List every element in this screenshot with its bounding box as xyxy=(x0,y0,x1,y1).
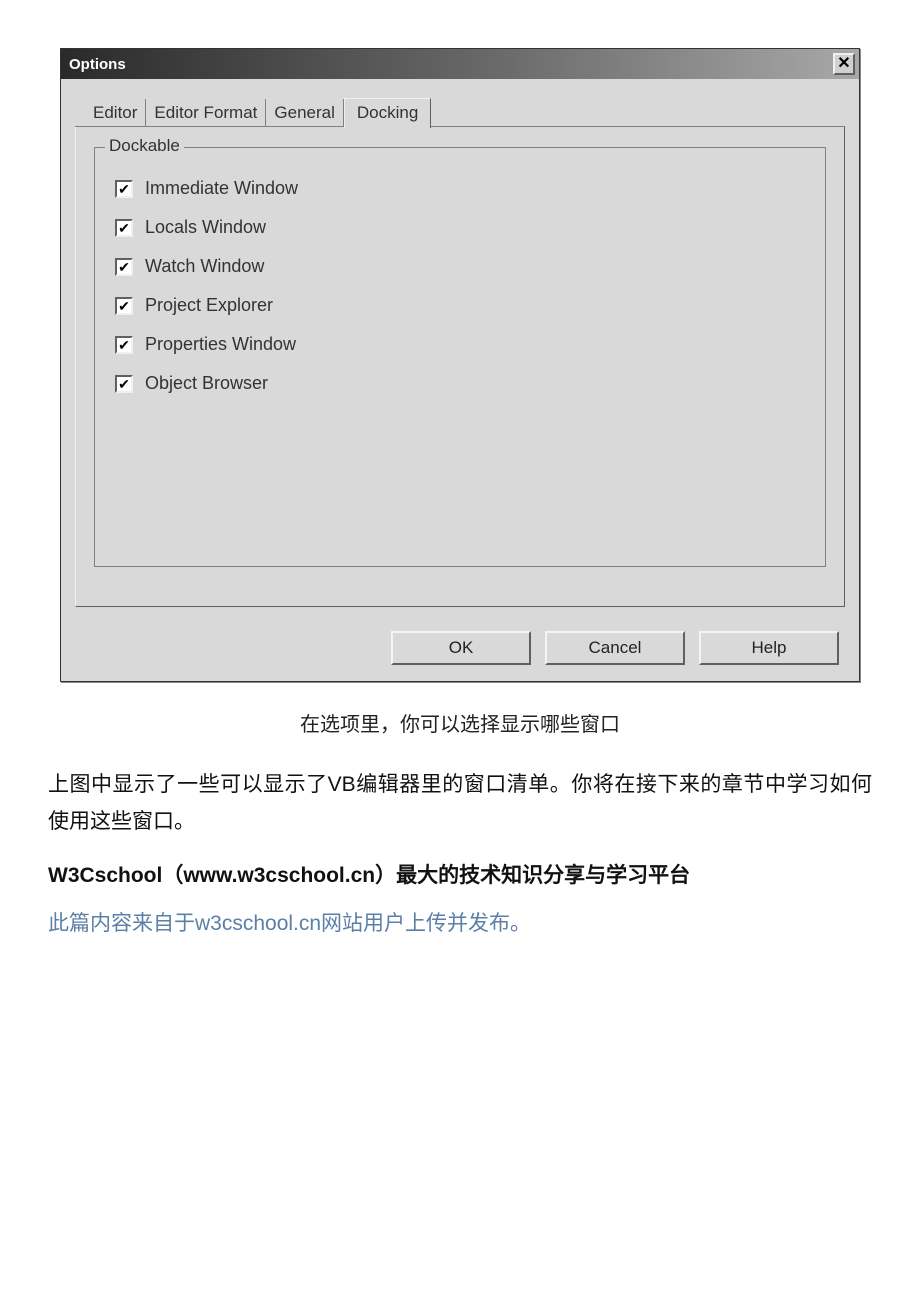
checkbox-label: Locals Window xyxy=(145,217,266,238)
close-button[interactable]: ✕ xyxy=(833,53,855,75)
dialog-body: Editor Editor Format General Docking Doc… xyxy=(61,79,859,681)
checkbox-label: Properties Window xyxy=(145,334,296,355)
checkbox-row-locals-window[interactable]: ✔ Locals Window xyxy=(115,217,809,238)
tab-editor[interactable]: Editor xyxy=(85,99,146,127)
options-dialog: Options ✕ Editor Editor Format General D… xyxy=(60,48,860,682)
close-icon: ✕ xyxy=(837,56,850,72)
tabstrip: Editor Editor Format General Docking xyxy=(75,97,845,127)
checkbox-label: Project Explorer xyxy=(145,295,273,316)
checkbox-icon[interactable]: ✔ xyxy=(115,297,133,315)
help-button[interactable]: Help xyxy=(699,631,839,665)
tab-panel-docking: Dockable ✔ Immediate Window ✔ Locals Win… xyxy=(75,127,845,607)
checkbox-row-properties-window[interactable]: ✔ Properties Window xyxy=(115,334,809,355)
checkbox-icon[interactable]: ✔ xyxy=(115,180,133,198)
cancel-button[interactable]: Cancel xyxy=(545,631,685,665)
tab-docking[interactable]: Docking xyxy=(344,98,431,128)
tab-general[interactable]: General xyxy=(266,99,343,127)
checkbox-row-project-explorer[interactable]: ✔ Project Explorer xyxy=(115,295,809,316)
attribution-link: 此篇内容来自于w3cschool.cn网站用户上传并发布。 xyxy=(48,907,872,937)
dialog-title: Options xyxy=(69,56,126,73)
titlebar: Options ✕ xyxy=(61,49,859,79)
checkbox-row-watch-window[interactable]: ✔ Watch Window xyxy=(115,256,809,277)
checkbox-icon[interactable]: ✔ xyxy=(115,219,133,237)
checkbox-icon[interactable]: ✔ xyxy=(115,336,133,354)
checkbox-label: Immediate Window xyxy=(145,178,298,199)
attribution-bold: W3Cschool（www.w3cschool.cn）最大的技术知识分享与学习平… xyxy=(48,859,872,889)
groupbox-dockable: Dockable ✔ Immediate Window ✔ Locals Win… xyxy=(94,147,826,567)
checkbox-icon[interactable]: ✔ xyxy=(115,375,133,393)
body-paragraph: 上图中显示了一些可以显示了VB编辑器里的窗口清单。你将在接下来的章节中学习如何使… xyxy=(48,767,872,841)
checkbox-label: Object Browser xyxy=(145,373,268,394)
checkbox-row-immediate-window[interactable]: ✔ Immediate Window xyxy=(115,178,809,199)
tab-editor-format[interactable]: Editor Format xyxy=(146,99,266,127)
checkbox-icon[interactable]: ✔ xyxy=(115,258,133,276)
checkbox-row-object-browser[interactable]: ✔ Object Browser xyxy=(115,373,809,394)
dialog-button-row: OK Cancel Help xyxy=(75,607,845,665)
figure-caption: 在选项里，你可以选择显示哪些窗口 xyxy=(48,708,872,737)
groupbox-label: Dockable xyxy=(105,136,184,156)
checkbox-label: Watch Window xyxy=(145,256,264,277)
ok-button[interactable]: OK xyxy=(391,631,531,665)
